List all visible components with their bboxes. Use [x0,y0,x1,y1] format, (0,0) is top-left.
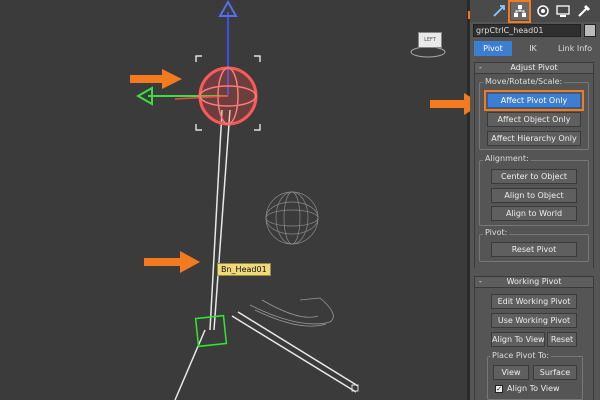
affect-object-only-button[interactable]: Affect Object Only [487,112,581,127]
adjust-pivot-rollout: Move/Rotate/Scale: Affect Pivot Only Aff… [474,74,594,268]
rollout-title: Working Pivot [506,277,562,286]
command-panel-tabs [470,0,600,23]
callout-arrow-icon [130,69,182,89]
display-tab[interactable] [554,2,572,20]
view-cube[interactable]: LEFT [408,26,448,60]
rollout-title: Adjust Pivot [510,63,558,72]
gizmo-rotate-ring [198,66,258,126]
affect-hierarchy-only-button[interactable]: Affect Hierarchy Only [487,131,581,146]
wire-sphere [265,191,319,245]
working-pivot-rollout: Edit Working Pivot Use Working Pivot Ali… [474,288,594,400]
display-icon [556,5,570,17]
align-to-view-checkbox-label: Align To View [507,384,560,393]
rollout-collapse-icon: - [479,277,482,286]
command-panel: grpCtrlC_head01 Pivot IK Link Info - Adj… [470,0,600,400]
tab-link-info[interactable]: Link Info [554,41,596,56]
utilities-tab[interactable] [575,2,593,20]
object-color-swatch[interactable] [584,24,596,37]
align-to-object-button[interactable]: Align to Object [491,188,577,203]
group-label: Place Pivot To: [490,351,552,360]
tab-ik[interactable]: IK [514,41,552,56]
affect-pivot-highlight [484,90,584,111]
callout-arrow-icon [144,251,200,273]
rollout-collapse-icon: - [479,63,482,72]
align-to-view-button[interactable]: Align To View [491,332,545,347]
tab-pivot[interactable]: Pivot [474,41,512,56]
group-label: Alignment: [483,154,531,163]
modify-tab[interactable] [490,2,508,20]
reset-button[interactable]: Reset [547,332,577,347]
center-to-object-button[interactable]: Center to Object [491,169,577,184]
use-working-pivot-button[interactable]: Use Working Pivot [491,313,577,328]
group-label: Pivot: [483,228,510,237]
view-button[interactable]: View [493,365,529,380]
bone-segment [231,315,357,393]
reset-pivot-button[interactable]: Reset Pivot [491,242,577,257]
bone-segment [174,329,206,400]
object-name-field[interactable]: grpCtrlC_head01 [473,24,581,37]
viewport-scene [135,0,359,400]
surface-button[interactable]: Surface [533,365,577,380]
motion-icon [537,5,549,17]
motion-tab[interactable] [534,2,552,20]
modify-icon [493,5,505,17]
align-to-world-button[interactable]: Align to World [491,206,577,221]
edit-working-pivot-button[interactable]: Edit Working Pivot [491,294,577,309]
adjust-pivot-rollout-header[interactable]: - Adjust Pivot [474,62,594,74]
hierarchy-tab-highlight [508,0,531,23]
bone-name-label: Bn_Head01 [217,263,271,276]
align-to-view-checkbox[interactable]: ✓ [495,385,503,393]
utilities-icon [578,4,591,17]
group-label: Move/Rotate/Scale: [483,77,565,86]
view-cube-face-left[interactable]: LEFT [418,32,442,48]
wire-mesh [249,297,334,327]
working-pivot-rollout-header[interactable]: - Working Pivot [474,276,594,288]
perspective-viewport[interactable]: Bn_Head01 LEFT [0,0,467,400]
bone-segment [237,311,359,387]
